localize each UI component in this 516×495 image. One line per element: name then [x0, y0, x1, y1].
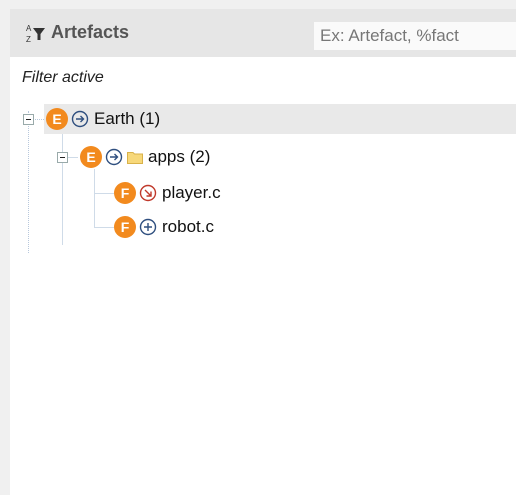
artefact-tree: E Earth (1) E apps (2) F player.c F robo…	[10, 9, 516, 495]
collapse-toggle-apps[interactable]	[57, 152, 68, 163]
arrow-right-circle-icon[interactable]	[105, 148, 123, 166]
collapse-toggle-earth[interactable]	[23, 114, 34, 125]
entity-badge-apps: E	[80, 146, 102, 168]
tree-label-player[interactable]: player.c	[162, 183, 221, 203]
arrow-down-right-circle-icon[interactable]	[139, 184, 157, 202]
tree-connector	[94, 169, 95, 227]
tree-label-apps[interactable]: apps (2)	[148, 147, 210, 167]
artefacts-panel: A Z Artefacts Filter active E Earth (1) …	[10, 9, 516, 495]
tree-connector	[62, 127, 63, 245]
tree-connector	[94, 193, 114, 194]
arrow-right-circle-icon[interactable]	[71, 110, 89, 128]
plus-circle-icon[interactable]	[139, 218, 157, 236]
tree-connector	[28, 111, 29, 253]
tree-label-robot[interactable]: robot.c	[162, 217, 214, 237]
entity-badge-earth: E	[46, 108, 68, 130]
folder-icon	[127, 152, 143, 164]
entity-badge-player: F	[114, 182, 136, 204]
entity-badge-robot: F	[114, 216, 136, 238]
tree-label-earth[interactable]: Earth (1)	[94, 109, 160, 129]
tree-connector	[94, 227, 114, 228]
